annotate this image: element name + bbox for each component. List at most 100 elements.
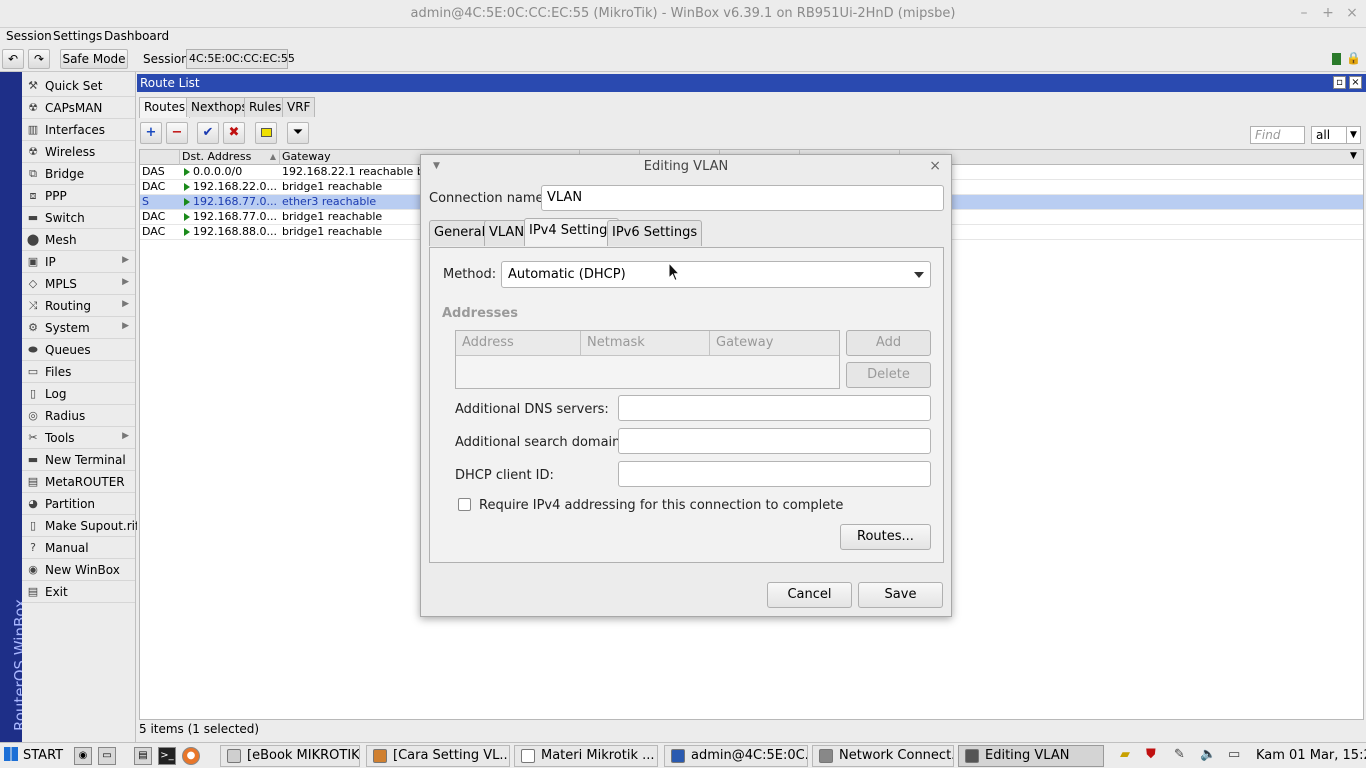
tab-routes[interactable]: Routes (139, 97, 191, 118)
shield-icon[interactable]: ⛊ (1146, 747, 1156, 762)
sidebar-item-capsman[interactable]: ☢ CAPsMAN (22, 97, 135, 119)
sidebar-item-ppp[interactable]: ⧈ PPP (22, 185, 135, 207)
switch-icon: ▬ (27, 211, 39, 224)
taskbar-task[interactable]: admin@4C:5E:0C... (664, 745, 808, 767)
files-launcher-icon[interactable]: ▤ (134, 747, 152, 765)
camera-icon[interactable]: ◉ (74, 747, 92, 765)
chevron-down-icon[interactable]: ▼ (1346, 127, 1360, 143)
window-title: admin@4C:5E:0C:CC:EC:55 (MikroTik) - Win… (410, 6, 956, 21)
sidebar-item-routing[interactable]: ⤨ Routing ▶ (22, 295, 135, 317)
sidebar-item-interfaces[interactable]: ▥ Interfaces (22, 119, 135, 141)
save-button[interactable]: Save (858, 582, 943, 608)
sidebar-item-make-supout-rif[interactable]: ▯ Make Supout.rif (22, 515, 139, 537)
tab-vrf[interactable]: VRF (282, 97, 316, 117)
column-flags[interactable] (140, 150, 180, 165)
sidebar-item-wireless[interactable]: ☢ Wireless (22, 141, 135, 163)
sidebar-item-tools[interactable]: ✂ Tools ▶ (22, 427, 135, 449)
sidebar-item-metarouter[interactable]: ▤ MetaROUTER (22, 471, 135, 493)
tab-rules[interactable]: Rules (244, 97, 287, 117)
taskbar-task[interactable]: [eBook MIKROTIK] (220, 745, 360, 767)
tab-ipv4-settings[interactable]: IPv4 Settings (524, 218, 620, 246)
sidebar-item-bridge[interactable]: ⧉ Bridge (22, 163, 135, 185)
sidebar-item-radius[interactable]: ◎ Radius (22, 405, 135, 427)
redo-button[interactable]: ↷ (28, 49, 50, 69)
dhcp-client-id-input[interactable] (618, 461, 931, 487)
method-select[interactable]: Automatic (DHCP) (501, 261, 931, 288)
start-button[interactable]: START (4, 746, 63, 766)
add-route-button[interactable]: + (140, 122, 162, 144)
submenu-arrow-icon: ▶ (122, 277, 129, 287)
menu-bar: Session Settings Dashboard (0, 28, 1366, 46)
column-dst-address[interactable]: Dst. Address ▲ (180, 150, 280, 165)
menu-session[interactable]: Session (6, 29, 52, 43)
require-ipv4-checkbox[interactable] (458, 498, 471, 511)
sidebar-item-queues[interactable]: ⬬ Queues (22, 339, 135, 361)
filter-button[interactable]: ⏷ (287, 122, 309, 144)
taskbar-task[interactable]: Materi Mikrotik ... (514, 745, 658, 767)
interfaces-icon: ▥ (27, 123, 39, 136)
volume-icon[interactable]: 🔈 (1200, 747, 1216, 762)
mesh-icon: ⬤ (26, 233, 40, 246)
minimize-icon[interactable]: – (1296, 5, 1312, 21)
dialog-close-icon[interactable]: × (929, 158, 941, 174)
route-dst-address: 192.168.22.0... (182, 180, 280, 195)
route-dst-address: 0.0.0.0/0 (182, 165, 280, 180)
delete-address-button[interactable]: Delete (846, 362, 931, 388)
undo-button[interactable]: ↶ (2, 49, 24, 69)
firefox-icon[interactable]: ● (182, 747, 200, 765)
terminal-launcher-icon[interactable]: >_ (158, 747, 176, 765)
route-gateway: ether3 reachable (282, 195, 377, 208)
columns-menu-icon[interactable]: ▼ (1350, 151, 1357, 161)
restore-icon[interactable]: ▫ (1333, 76, 1346, 89)
addresses-table[interactable]: Address Netmask Gateway (455, 330, 840, 389)
sidebar-item-switch[interactable]: ▬ Switch (22, 207, 135, 229)
routes-button[interactable]: Routes... (840, 524, 931, 550)
tab-vlan[interactable]: VLAN (484, 220, 530, 246)
route-list-close-icon[interactable]: × (1349, 76, 1362, 89)
task-app-icon (671, 749, 685, 763)
sidebar-item-log[interactable]: ▯ Log (22, 383, 135, 405)
disable-route-button[interactable]: ✖ (223, 122, 245, 144)
filter-select[interactable]: all ▼ (1311, 126, 1361, 144)
maximize-icon[interactable]: + (1320, 5, 1336, 21)
sidebar-item-new-terminal[interactable]: ▬ New Terminal (22, 449, 135, 471)
tab-nexthops[interactable]: Nexthops (186, 97, 253, 117)
sidebar-item-system[interactable]: ⚙ System ▶ (22, 317, 135, 339)
comment-button[interactable] (255, 122, 277, 144)
sidebar-item-label: Interfaces (45, 123, 105, 137)
sidebar-item-partition[interactable]: ◕ Partition (22, 493, 135, 515)
route-list-titlebar: Route List ▫ × (137, 74, 1366, 92)
tab-general[interactable]: General (429, 220, 491, 246)
enable-route-button[interactable]: ✔ (197, 122, 219, 144)
search-domains-input[interactable] (618, 428, 931, 454)
sidebar-item-mesh[interactable]: ⬤ Mesh (22, 229, 135, 251)
menu-dashboard[interactable]: Dashboard (104, 29, 169, 43)
clock[interactable]: Kam 01 Mar, 15:22 (1256, 748, 1366, 763)
sidebar-item-manual[interactable]: ? Manual (22, 537, 135, 559)
taskbar-task[interactable]: [Cara Setting VL... (366, 745, 510, 767)
safe-mode-button[interactable]: Safe Mode (60, 49, 128, 69)
find-input[interactable]: Find (1250, 126, 1305, 144)
menu-settings[interactable]: Settings (53, 29, 102, 43)
taskbar-task[interactable]: Editing VLAN (958, 745, 1104, 767)
dns-servers-input[interactable] (618, 395, 931, 421)
add-address-button[interactable]: Add (846, 330, 931, 356)
desktop-icon[interactable]: ▭ (98, 747, 116, 765)
battery-icon[interactable]: ▭ (1228, 747, 1240, 762)
sidebar-item-ip[interactable]: ▣ IP ▶ (22, 251, 135, 273)
cancel-button[interactable]: Cancel (767, 582, 852, 608)
sidebar-item-exit[interactable]: ▤ Exit (22, 581, 135, 603)
sidebar-item-mpls[interactable]: ◇ MPLS ▶ (22, 273, 135, 295)
ip-icon: ▣ (27, 255, 39, 268)
network-icon[interactable]: ▰ (1120, 747, 1130, 762)
sidebar-item-new-winbox[interactable]: ◉ New WinBox (22, 559, 135, 581)
tab-ipv6-settings[interactable]: IPv6 Settings (607, 220, 703, 246)
metarouter-icon: ▤ (27, 475, 39, 488)
connection-name-input[interactable]: VLAN (541, 185, 944, 211)
remove-route-button[interactable]: − (166, 122, 188, 144)
taskbar-task[interactable]: Network Connect... (812, 745, 954, 767)
pen-icon[interactable]: ✎ (1174, 747, 1185, 762)
sidebar-item-quick-set[interactable]: ⚒ Quick Set (22, 75, 135, 97)
close-icon[interactable]: × (1344, 5, 1360, 21)
sidebar-item-files[interactable]: ▭ Files (22, 361, 135, 383)
